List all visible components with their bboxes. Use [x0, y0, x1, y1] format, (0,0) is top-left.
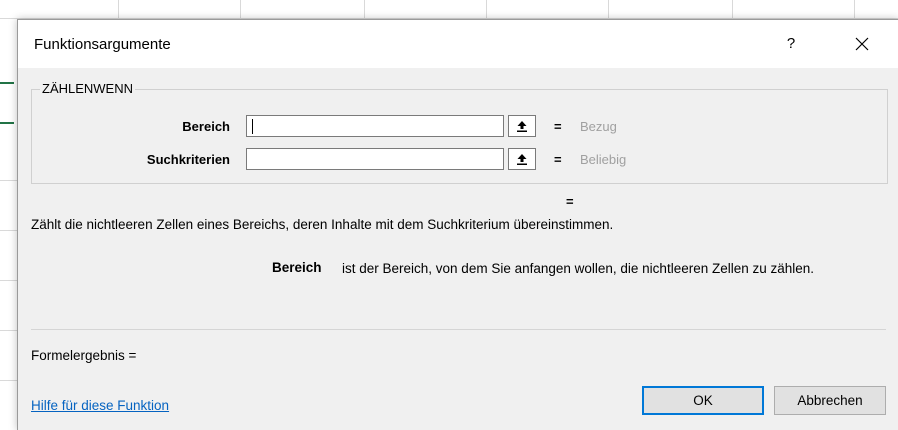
help-button[interactable]: ?	[776, 30, 806, 58]
function-arguments-dialog: Funktionsargumente ? ZÄHLENWENN Bereich …	[17, 19, 898, 430]
formula-result-label: Formelergebnis =	[31, 348, 137, 363]
collapse-dialog-arrow-icon	[517, 154, 527, 165]
function-group: ZÄHLENWENN Bereich = Bezug Suchkriterien…	[31, 81, 888, 184]
close-icon	[855, 37, 869, 51]
argument-input-bereich[interactable]	[246, 115, 504, 137]
argument-equals-suchkriterien: =	[554, 152, 562, 167]
collapse-button-suchkriterien[interactable]	[508, 148, 536, 170]
collapse-dialog-arrow-icon	[517, 121, 527, 132]
divider	[31, 329, 886, 330]
argument-label-bereich: Bereich	[182, 119, 230, 134]
dialog-titlebar: Funktionsargumente ?	[18, 20, 898, 68]
argument-help-name: Bereich	[272, 260, 322, 275]
argument-type-suchkriterien: Beliebig	[580, 152, 627, 167]
selected-cell	[0, 82, 14, 124]
collapse-button-bereich[interactable]	[508, 115, 536, 137]
function-name: ZÄHLENWENN	[40, 81, 136, 96]
argument-help-text: ist der Bereich, von dem Sie anfangen wo…	[342, 261, 815, 276]
argument-type-bereich: Bezug	[580, 119, 617, 134]
close-button[interactable]	[844, 30, 880, 58]
help-link[interactable]: Hilfe für diese Funktion	[31, 398, 169, 413]
function-result-equals: =	[566, 194, 574, 209]
text-caret	[252, 119, 253, 134]
cancel-button[interactable]: Abbrechen	[774, 386, 886, 415]
argument-label-suchkriterien: Suchkriterien	[146, 152, 230, 167]
function-description: Zählt die nichtleeren Zellen eines Berei…	[31, 217, 614, 232]
ok-button[interactable]: OK	[642, 386, 764, 415]
argument-input-suchkriterien[interactable]	[246, 148, 504, 170]
argument-equals-bereich: =	[554, 119, 562, 134]
dialog-title: Funktionsargumente	[34, 36, 171, 53]
